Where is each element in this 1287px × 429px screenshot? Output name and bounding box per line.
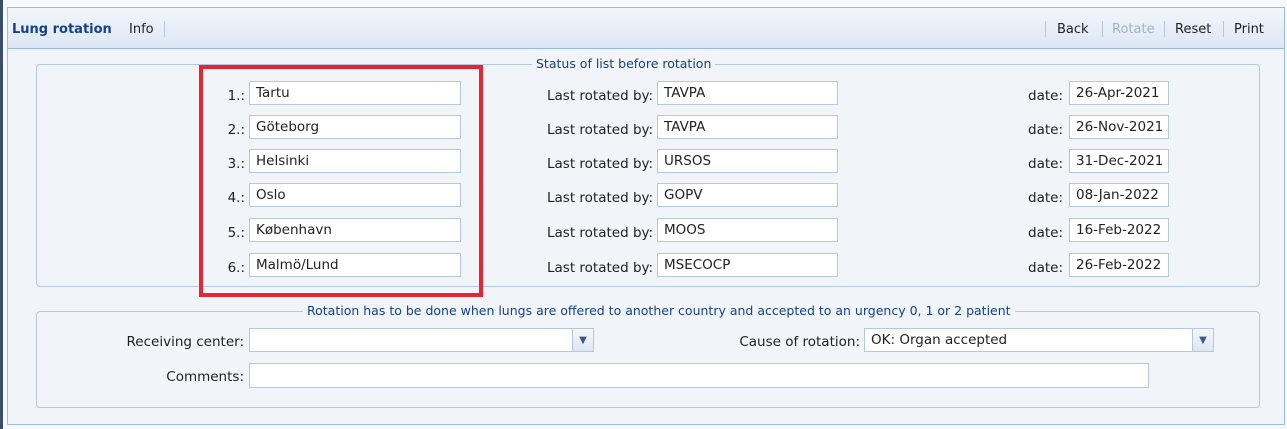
last-rotated-label: Last rotated by: xyxy=(547,225,654,241)
toolbar-separator xyxy=(1164,21,1165,37)
left-edge-strip xyxy=(0,0,3,429)
status-legend: Status of list before rotation xyxy=(532,56,716,71)
cause-of-rotation-value: OK: Organ accepted xyxy=(871,332,1008,348)
center-field[interactable]: Tartu xyxy=(249,81,461,105)
rotation-fieldset: Rotation has to be done when lungs are o… xyxy=(36,303,1260,408)
last-rotated-label: Last rotated by: xyxy=(547,122,654,138)
row-number: 2.: xyxy=(227,122,245,138)
center-field[interactable]: Malmö/Lund xyxy=(249,253,461,277)
last-rotated-by-field[interactable]: MOOS xyxy=(657,218,838,242)
receiving-center-select[interactable]: ▼ xyxy=(249,328,594,352)
back-button[interactable]: Back xyxy=(1057,22,1089,37)
toolbar-separator xyxy=(1102,21,1103,37)
chevron-down-icon[interactable]: ▼ xyxy=(1192,329,1213,351)
chevron-down-icon[interactable]: ▼ xyxy=(572,329,593,351)
cause-of-rotation-label: Cause of rotation: xyxy=(739,334,860,350)
cause-of-rotation-select[interactable]: OK: Organ accepted ▼ xyxy=(864,328,1214,352)
row-number: 4.: xyxy=(227,190,245,206)
date-label: date: xyxy=(1028,260,1063,276)
date-field[interactable]: 26-Nov-2021 xyxy=(1069,115,1169,139)
toolbar-separator xyxy=(1045,21,1046,37)
date-label: date: xyxy=(1028,190,1063,206)
toolbar-separator xyxy=(1223,21,1224,37)
date-label: date: xyxy=(1028,225,1063,241)
date-label: date: xyxy=(1028,122,1063,138)
rotate-button[interactable]: Rotate xyxy=(1112,22,1155,37)
rotation-legend: Rotation has to be done when lungs are o… xyxy=(303,303,1015,318)
last-rotated-by-field[interactable]: MSECOCP xyxy=(657,253,838,277)
last-rotated-by-field[interactable]: TAVPA xyxy=(657,81,838,105)
print-button[interactable]: Print xyxy=(1234,22,1264,37)
row-number: 1.: xyxy=(227,88,245,104)
center-field[interactable]: København xyxy=(249,218,461,242)
last-rotated-label: Last rotated by: xyxy=(547,190,654,206)
center-field[interactable]: Helsinki xyxy=(249,149,461,173)
date-field[interactable]: 26-Feb-2022 xyxy=(1069,253,1169,277)
tab-info[interactable]: Info xyxy=(129,22,154,37)
last-rotated-by-field[interactable]: TAVPA xyxy=(657,115,838,139)
date-field[interactable]: 31-Dec-2021 xyxy=(1069,149,1169,173)
tab-separator xyxy=(164,21,165,37)
last-rotated-by-field[interactable]: GOPV xyxy=(657,183,838,207)
row-number: 6.: xyxy=(227,260,245,276)
date-label: date: xyxy=(1028,88,1063,104)
date-field[interactable]: 26-Apr-2021 xyxy=(1069,81,1169,105)
last-rotated-by-field[interactable]: URSOS xyxy=(657,149,838,173)
center-field[interactable]: Göteborg xyxy=(249,115,461,139)
toolbar: Lung rotation Info Back Rotate Reset Pri… xyxy=(8,8,1284,49)
last-rotated-label: Last rotated by: xyxy=(547,88,654,104)
date-field[interactable]: 16-Feb-2022 xyxy=(1069,218,1169,242)
date-field[interactable]: 08-Jan-2022 xyxy=(1069,183,1169,207)
tab-lung-rotation[interactable]: Lung rotation xyxy=(12,22,112,37)
center-field[interactable]: Oslo xyxy=(249,183,461,207)
comments-field[interactable] xyxy=(249,363,1149,388)
comments-label: Comments: xyxy=(166,369,244,385)
reset-button[interactable]: Reset xyxy=(1175,22,1211,37)
last-rotated-label: Last rotated by: xyxy=(547,156,654,172)
date-label: date: xyxy=(1028,156,1063,172)
row-number: 3.: xyxy=(227,156,245,172)
row-number: 5.: xyxy=(227,225,245,241)
last-rotated-label: Last rotated by: xyxy=(547,260,654,276)
receiving-center-label: Receiving center: xyxy=(126,334,244,350)
